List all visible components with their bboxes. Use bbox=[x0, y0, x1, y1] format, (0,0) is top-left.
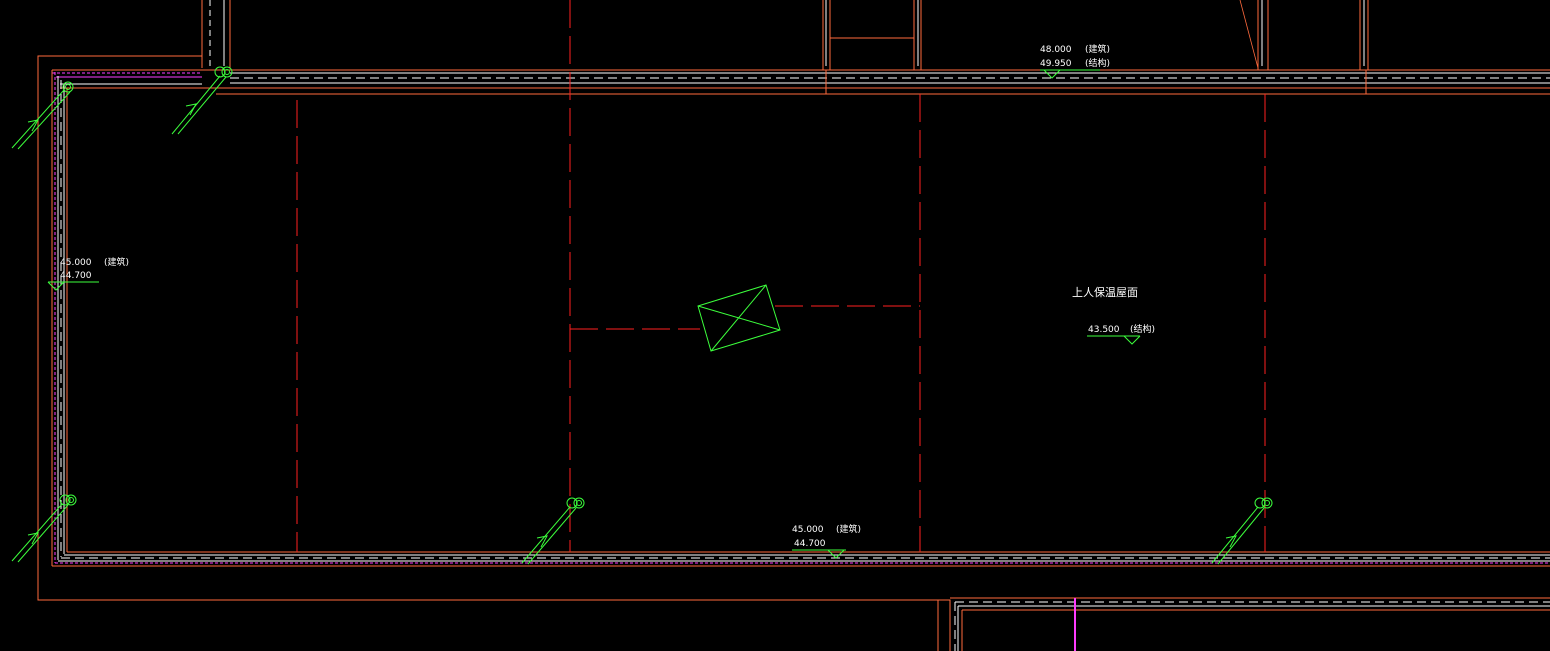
elevation-finish-note: (建筑) bbox=[1085, 43, 1110, 55]
elevation-finish-note: (建筑) bbox=[104, 256, 129, 268]
cad-drawing-canvas: 48.000 (建筑) 49.950 (结构) 45.000 (建筑) 44.7… bbox=[11, 0, 1550, 651]
room-label-group: 上人保温屋面 bbox=[1072, 285, 1138, 299]
elevation-finish-text: 45.000 bbox=[60, 258, 92, 268]
elevation-structure-text: 49.950 bbox=[1040, 59, 1072, 69]
elevation-finish-text: 45.000 bbox=[792, 525, 824, 535]
parapet-left bbox=[51, 70, 68, 566]
outer-wall-outline bbox=[37, 55, 951, 651]
parapet-bottom bbox=[52, 551, 1550, 567]
elevation-structure-note: (结构) bbox=[1085, 57, 1110, 69]
upper-structure-insulation bbox=[209, 0, 1365, 66]
lower-structure bbox=[950, 597, 1550, 651]
room-label: 上人保温屋面 bbox=[1072, 285, 1138, 299]
parapet-top bbox=[52, 69, 1550, 95]
roof-drain-bottom-middle bbox=[521, 497, 585, 565]
elevation-marker-bottom-wall: 45.000 (建筑) 44.700 bbox=[792, 523, 861, 559]
elevation-structure-text: 44.700 bbox=[60, 271, 92, 281]
upper-structures bbox=[201, 0, 1369, 70]
elevation-marker-roof: 43.500 (结构) bbox=[1087, 323, 1155, 345]
roof-drain-bottom-right bbox=[1211, 497, 1273, 565]
elevation-roof-note: (结构) bbox=[1130, 323, 1155, 335]
elevation-structure-text: 44.700 bbox=[794, 539, 826, 549]
elevation-marker-left-wall: 45.000 (建筑) 44.700 bbox=[47, 256, 129, 291]
skylight-box-icon bbox=[697, 284, 781, 352]
roof-drain-left-bottom bbox=[11, 494, 77, 563]
elevation-finish-text: 48.000 bbox=[1040, 45, 1072, 55]
elevation-finish-note: (建筑) bbox=[836, 523, 861, 535]
elevation-roof-text: 43.500 bbox=[1088, 325, 1120, 335]
